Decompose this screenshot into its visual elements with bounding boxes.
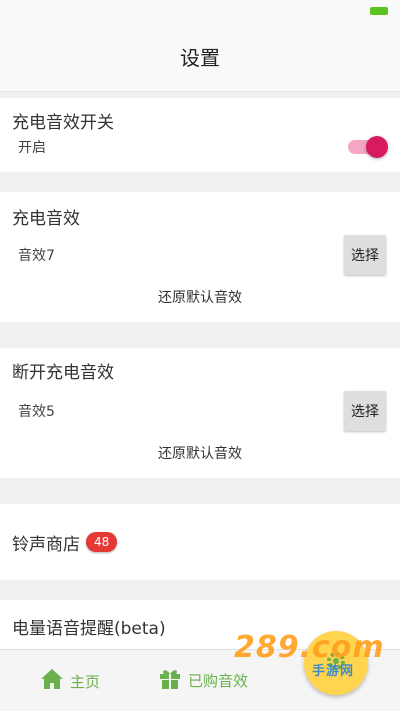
charge-sound-card: 充电音效 音效7 选择 还原默认音效	[0, 192, 400, 322]
home-icon	[40, 668, 64, 694]
divider	[0, 478, 400, 504]
site-watermark: 289.com 手游网	[234, 630, 385, 679]
battery-icon	[370, 7, 388, 15]
charge-sound-switch-title: 充电音效开关	[12, 113, 114, 133]
ringtone-shop-label: 铃声商店	[12, 534, 80, 555]
ringtone-shop-badge: 48	[86, 532, 118, 552]
nav-home-label: 主页	[70, 672, 101, 691]
charge-sound-toggle[interactable]	[348, 136, 388, 158]
disconnect-sound-title: 断开充电音效	[12, 363, 114, 383]
charge-sound-current: 音效7	[18, 248, 55, 264]
disconnect-sound-card: 断开充电音效 音效5 选择 还原默认音效	[0, 348, 400, 478]
disconnect-sound-current: 音效5	[18, 404, 55, 420]
divider	[0, 580, 400, 600]
disconnect-sound-choose-button[interactable]: 选择	[344, 391, 386, 431]
watermark-sub: 手游网	[312, 664, 355, 679]
charge-sound-switch-state: 开启	[18, 140, 46, 156]
app-header: 设置	[0, 22, 400, 92]
nav-home[interactable]: 主页	[40, 668, 100, 694]
charge-sound-title: 充电音效	[12, 209, 80, 229]
ringtone-shop-row[interactable]: 铃声商店 48	[0, 504, 400, 580]
toggle-knob	[366, 136, 388, 158]
disconnect-sound-restore-link[interactable]: 还原默认音效	[0, 431, 400, 481]
nav-purchased[interactable]: 已购音效	[158, 666, 248, 694]
page-title: 设置	[180, 46, 220, 70]
gift-icon	[158, 666, 182, 694]
charge-sound-choose-button[interactable]: 选择	[344, 235, 386, 275]
charge-sound-restore-link[interactable]: 还原默认音效	[0, 275, 400, 325]
divider	[0, 172, 400, 192]
status-bar	[0, 0, 400, 22]
charge-sound-switch-card: 充电音效开关 开启	[0, 98, 400, 172]
watermark-main: 289.com	[234, 630, 385, 665]
divider	[0, 322, 400, 348]
nav-purchased-label: 已购音效	[188, 671, 249, 690]
